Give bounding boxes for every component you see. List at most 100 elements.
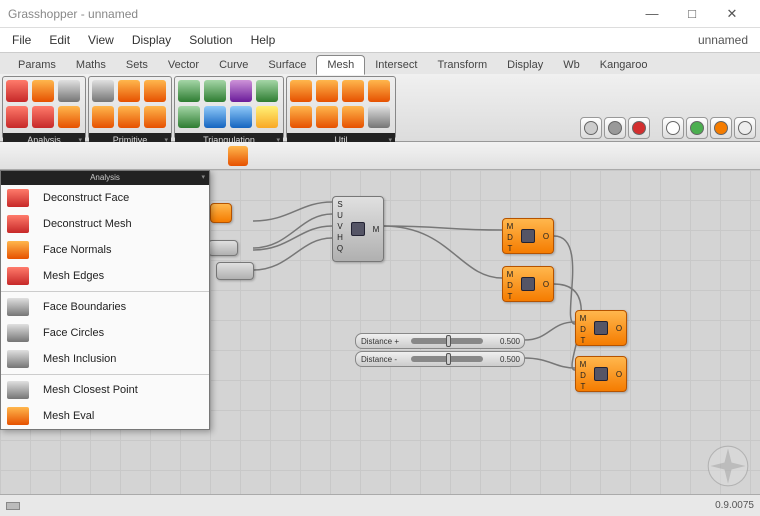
menu-edit[interactable]: Edit xyxy=(49,33,70,47)
category-bar: Params Maths Sets Vector Curve Surface M… xyxy=(0,52,760,74)
display-mode-2[interactable] xyxy=(628,117,650,139)
document-name: unnamed xyxy=(698,33,748,47)
dropdown-header: Analysis xyxy=(1,171,209,185)
menu-item-deconstruct-face[interactable]: Deconstruct Face xyxy=(1,185,209,211)
ribbon-icon[interactable] xyxy=(256,80,278,102)
cat-kangaroo[interactable]: Kangaroo xyxy=(590,56,658,74)
ribbon-icon[interactable] xyxy=(368,80,390,102)
component-hidden-2[interactable] xyxy=(208,240,238,256)
menu-item-mesh-edges[interactable]: Mesh Edges xyxy=(1,263,209,289)
ribbon-icon[interactable] xyxy=(290,80,312,102)
menu-item-face-normals[interactable]: Face Normals xyxy=(1,237,209,263)
menu-item-label: Face Boundaries xyxy=(43,301,126,313)
ribbon-icon[interactable] xyxy=(144,80,166,102)
cat-mesh[interactable]: Mesh xyxy=(316,55,365,75)
cat-curve[interactable]: Curve xyxy=(209,56,258,74)
ribbon-icon[interactable] xyxy=(230,80,252,102)
ribbon-icon[interactable] xyxy=(32,80,54,102)
ribbon-icon[interactable] xyxy=(204,106,226,128)
ribbon-icon[interactable] xyxy=(178,106,200,128)
menu-item-mesh-closest-point[interactable]: Mesh Closest Point xyxy=(1,377,209,403)
cat-intersect[interactable]: Intersect xyxy=(365,56,427,74)
component-out-3[interactable]: MDT O xyxy=(575,310,627,346)
display-mode-5[interactable] xyxy=(710,117,732,139)
ribbon-icon[interactable] xyxy=(368,106,390,128)
display-mode-buttons xyxy=(580,116,756,140)
menu-item-icon xyxy=(7,215,29,233)
menu-item-face-boundaries[interactable]: Face Boundaries xyxy=(1,294,209,320)
ribbon-icon[interactable] xyxy=(92,106,114,128)
canvas[interactable]: Analysis Deconstruct FaceDeconstruct Mes… xyxy=(0,170,760,494)
menu-item-face-circles[interactable]: Face Circles xyxy=(1,320,209,346)
ribbon-icon[interactable] xyxy=(92,80,114,102)
window-titlebar: Grasshopper - unnamed — □ ✕ xyxy=(0,0,760,28)
ribbon-icon[interactable] xyxy=(230,106,252,128)
ribbon-icon[interactable] xyxy=(316,80,338,102)
menu-item-label: Mesh Inclusion xyxy=(43,353,116,365)
display-mode-6[interactable] xyxy=(734,117,756,139)
cat-transform[interactable]: Transform xyxy=(427,56,497,74)
component-hidden-1[interactable] xyxy=(210,203,232,223)
menu-view[interactable]: View xyxy=(88,33,114,47)
window-title: Grasshopper - unnamed xyxy=(8,7,632,21)
ribbon-icon[interactable] xyxy=(118,80,140,102)
slider-distance-minus[interactable]: Distance -0.500 xyxy=(355,351,525,367)
sphere-icon xyxy=(666,121,680,135)
menu-item-icon xyxy=(7,350,29,368)
menu-item-icon xyxy=(7,189,29,207)
menu-item-mesh-eval[interactable]: Mesh Eval xyxy=(1,403,209,429)
close-button[interactable]: ✕ xyxy=(712,0,752,28)
menu-item-icon xyxy=(7,267,29,285)
ribbon-icon[interactable] xyxy=(178,80,200,102)
component-out-4[interactable]: MDT O xyxy=(575,356,627,392)
ribbon-icon[interactable] xyxy=(6,80,28,102)
minimize-button[interactable]: — xyxy=(632,0,672,28)
panel-analysis: Analysis xyxy=(2,76,86,139)
sphere-icon xyxy=(632,121,646,135)
ribbon-icon[interactable] xyxy=(58,106,80,128)
slider-distance-plus[interactable]: Distance +0.500 xyxy=(355,333,525,349)
component-out-2[interactable]: MDT O xyxy=(502,266,554,302)
ribbon-icon[interactable] xyxy=(32,106,54,128)
ribbon-icon[interactable] xyxy=(204,80,226,102)
ribbon-icon[interactable] xyxy=(290,106,312,128)
display-mode-4[interactable] xyxy=(686,117,708,139)
display-mode-3[interactable] xyxy=(662,117,684,139)
ribbon-icon[interactable] xyxy=(316,106,338,128)
cat-maths[interactable]: Maths xyxy=(66,56,116,74)
sphere-icon xyxy=(714,121,728,135)
ribbon-icon[interactable] xyxy=(118,106,140,128)
menu-display[interactable]: Display xyxy=(132,33,171,47)
display-mode-0[interactable] xyxy=(580,117,602,139)
component-main[interactable]: SUVHQ M xyxy=(332,196,384,262)
display-mode-1[interactable] xyxy=(604,117,626,139)
menu-item-icon xyxy=(7,324,29,342)
ribbon-icon[interactable] xyxy=(342,80,364,102)
ribbon-icon[interactable] xyxy=(58,80,80,102)
compass-icon[interactable] xyxy=(706,444,750,488)
menu-solution[interactable]: Solution xyxy=(189,33,232,47)
component-out-1[interactable]: MDT O xyxy=(502,218,554,254)
cat-vector[interactable]: Vector xyxy=(158,56,209,74)
component-outputs: M xyxy=(369,197,383,261)
menu-help[interactable]: Help xyxy=(251,33,276,47)
menu-item-mesh-inclusion[interactable]: Mesh Inclusion xyxy=(1,346,209,372)
cat-sets[interactable]: Sets xyxy=(116,56,158,74)
sketch-icon[interactable] xyxy=(228,146,248,166)
cat-surface[interactable]: Surface xyxy=(258,56,316,74)
cat-params[interactable]: Params xyxy=(8,56,66,74)
ribbon-icon[interactable] xyxy=(256,106,278,128)
cat-wb[interactable]: Wb xyxy=(553,56,590,74)
ribbon-icon[interactable] xyxy=(6,106,28,128)
component-hidden-3[interactable] xyxy=(216,262,254,280)
status-handle-icon xyxy=(6,502,20,510)
ribbon-icon[interactable] xyxy=(144,106,166,128)
version-label: 0.9.0075 xyxy=(715,500,754,511)
menu-file[interactable]: File xyxy=(12,33,31,47)
maximize-button[interactable]: □ xyxy=(672,0,712,28)
menu-item-icon xyxy=(7,381,29,399)
cat-display[interactable]: Display xyxy=(497,56,553,74)
menu-item-deconstruct-mesh[interactable]: Deconstruct Mesh xyxy=(1,211,209,237)
ribbon-icon[interactable] xyxy=(342,106,364,128)
menu-item-label: Face Normals xyxy=(43,244,111,256)
